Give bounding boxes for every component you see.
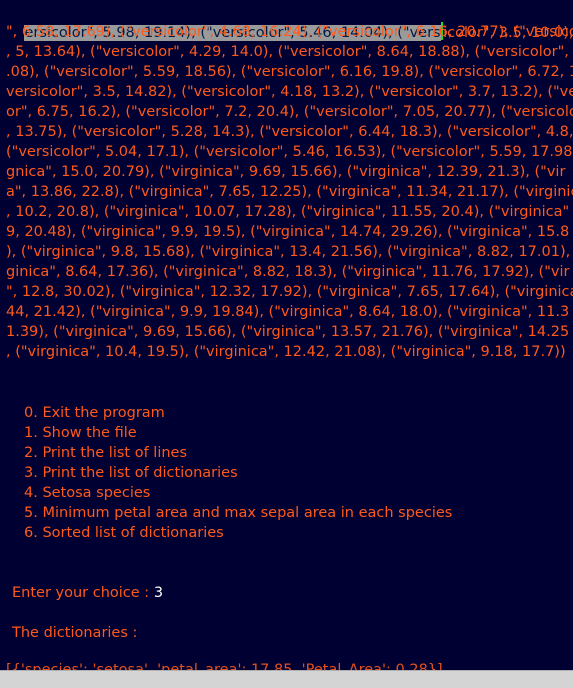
output-line: gnica", 15.0, 20.79), ("virginica", 9.69… bbox=[6, 164, 566, 180]
output-line: ", 6.58, 17.69), ("versicolor", 4.68, 16… bbox=[6, 24, 573, 40]
prompt-label: Enter your choice : bbox=[12, 585, 154, 601]
output-line: , 13.75), ("versicolor", 5.28, 14.3), ("… bbox=[6, 124, 573, 140]
menu-option-min-max: 5. Minimum petal area and max sepal area… bbox=[24, 505, 453, 521]
menu-option-dicts: 3. Print the list of dictionaries bbox=[24, 465, 238, 481]
output-line: ", 12.8, 30.02), ("virginica", 12.32, 17… bbox=[6, 284, 573, 300]
terminal-window[interactable]: ersicolor", 5.98, 19.14), ("versicolor",… bbox=[0, 0, 573, 670]
output-line: ), ("virginica", 9.8, 15.68), ("virginic… bbox=[6, 244, 571, 260]
menu-option-lines: 2. Print the list of lines bbox=[24, 445, 188, 461]
menu-option-sorted: 6. Sorted list of dictionaries bbox=[24, 525, 224, 541]
output-line: , 10.2, 20.8), ("virginica", 10.07, 17.2… bbox=[6, 204, 570, 220]
output-line: 9, 20.48), ("virginica", 9.9, 19.5), ("v… bbox=[6, 224, 570, 240]
dictionaries-heading: The dictionaries : bbox=[12, 625, 138, 641]
output-line: 1.39), ("virginica", 9.69, 15.66), ("vir… bbox=[6, 324, 570, 340]
output-line: .08), ("versicolor", 5.59, 18.56), ("ver… bbox=[6, 64, 573, 80]
menu-option-exit: 0. Exit the program bbox=[24, 405, 165, 421]
status-bar bbox=[0, 670, 573, 688]
choice-input[interactable]: 3 bbox=[154, 585, 163, 601]
menu-option-show-file: 1. Show the file bbox=[24, 425, 137, 441]
output-line: or", 6.75, 16.2), ("versicolor", 7.2, 20… bbox=[6, 104, 573, 120]
output-line: versicolor", 3.5, 14.82), ("versicolor",… bbox=[6, 84, 573, 100]
choice-prompt[interactable]: Enter your choice : 3 bbox=[12, 583, 163, 603]
output-line: , ("virginica", 10.4, 19.5), ("virginica… bbox=[6, 344, 566, 360]
output-line: ("versicolor", 5.04, 17.1), ("versicolor… bbox=[6, 144, 573, 160]
output-line: 44, 21.42), ("virginica", 9.9, 19.84), (… bbox=[6, 304, 570, 320]
output-line: , 5, 13.64), ("versicolor", 4.29, 14.0),… bbox=[6, 44, 573, 60]
menu-option-setosa: 4. Setosa species bbox=[24, 485, 151, 501]
output-line: a", 13.86, 22.8), ("virginica", 7.65, 12… bbox=[6, 184, 573, 200]
output-line: ginica", 8.64, 17.36), ("virginica", 8.8… bbox=[6, 264, 570, 280]
output-line-partial: [{'species': 'setosa', 'petal_area': 17.… bbox=[6, 662, 443, 670]
